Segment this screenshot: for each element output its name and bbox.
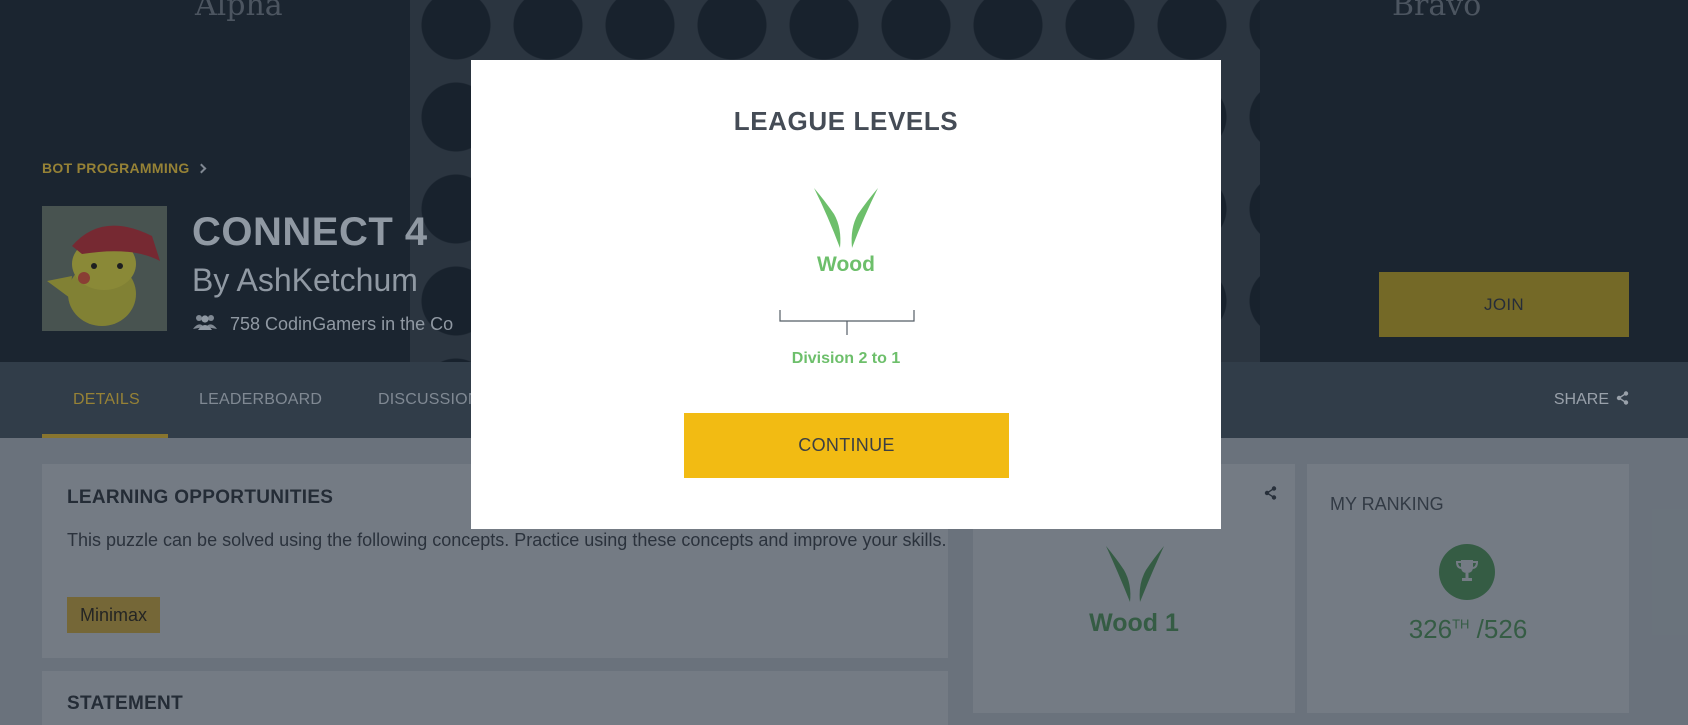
- continue-button[interactable]: CONTINUE: [684, 413, 1009, 478]
- league-name: Wood: [817, 253, 875, 276]
- modal-title: LEAGUE LEVELS: [733, 106, 959, 136]
- division-bracket: [779, 309, 915, 342]
- division-label: Division 2 to 1: [791, 350, 901, 367]
- wood-league-icon: [812, 186, 880, 253]
- league-levels-modal: LEAGUE LEVELS Wood Division 2 to 1 CONTI…: [471, 60, 1221, 529]
